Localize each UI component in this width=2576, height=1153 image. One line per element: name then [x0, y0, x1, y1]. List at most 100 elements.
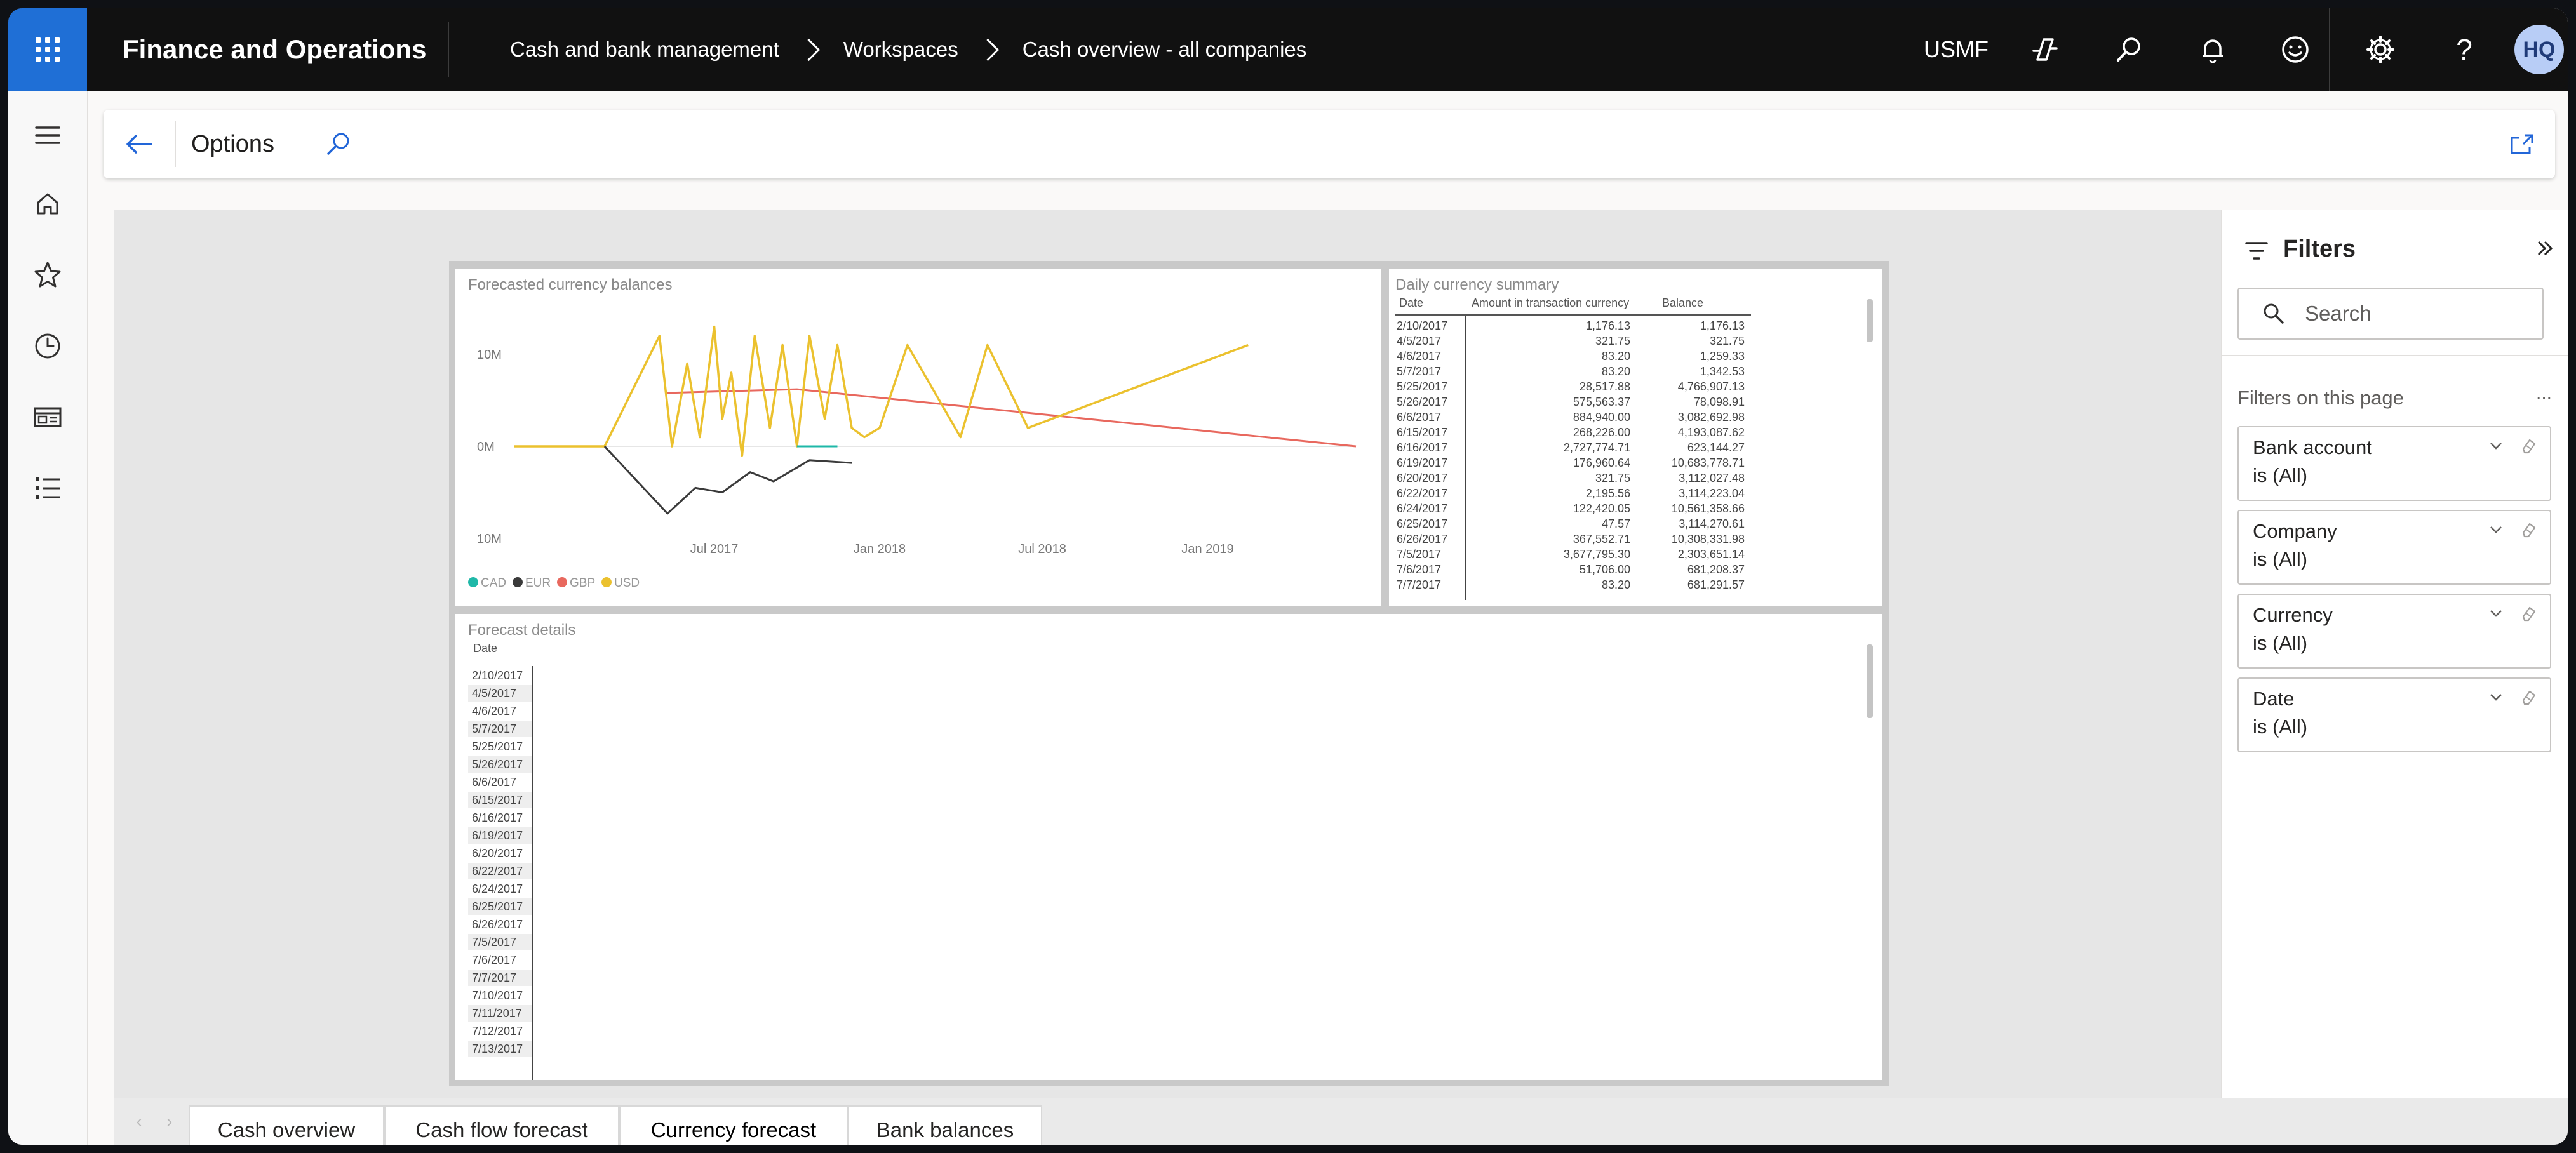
eraser-icon[interactable] — [2518, 436, 2537, 455]
col-header-date[interactable]: Date — [1399, 297, 1423, 310]
table-row[interactable]: 5/7/2017 — [468, 721, 532, 737]
options-tab[interactable]: Options — [191, 110, 274, 178]
table-row[interactable]: 5/26/2017 575,563.37 78,098.91 — [1389, 396, 1770, 411]
table-row[interactable]: 6/15/2017 268,226.00 4,193,087.62 — [1389, 426, 1770, 441]
table-row[interactable]: 5/26/2017 — [468, 756, 532, 773]
table-row[interactable]: 4/5/2017 321.75 321.75 — [1389, 335, 1770, 350]
bell-icon[interactable] — [2189, 26, 2236, 73]
search-icon[interactable] — [2105, 26, 2152, 73]
col-header-balance[interactable]: Balance — [1662, 297, 1703, 310]
table-row[interactable]: 6/20/2017 — [468, 845, 532, 862]
filter-card[interactable]: Currency is (All) — [2237, 594, 2551, 669]
breadcrumb-module[interactable]: Cash and bank management — [510, 37, 779, 62]
workspace-icon[interactable] — [22, 392, 73, 443]
table-row[interactable]: 6/15/2017 — [468, 792, 532, 808]
table-row[interactable]: 6/6/2017 — [468, 774, 532, 790]
table-row[interactable]: 7/5/2017 3,677,795.30 2,303,651.14 — [1389, 548, 1770, 563]
tab-bank-balances[interactable]: Bank balances — [848, 1105, 1042, 1145]
forecast-details-visual[interactable]: Forecast details Date 2/10/2017 4/5/2017 4… — [455, 614, 1882, 1080]
table-row[interactable]: 6/25/2017 47.57 3,114,270.61 — [1389, 517, 1770, 533]
report-page: Forecasted currency balances 10M 0M 10M Jul… — [449, 261, 1889, 1086]
table-row[interactable]: 7/12/2017 — [468, 1023, 532, 1039]
eraser-icon[interactable] — [2518, 688, 2537, 707]
table-row[interactable]: 6/20/2017 321.75 3,112,027.48 — [1389, 472, 1770, 487]
app-title[interactable]: Finance and Operations — [123, 8, 426, 91]
table-row[interactable]: 5/7/2017 83.20 1,342.53 — [1389, 365, 1770, 380]
filter-card[interactable]: Date is (All) — [2237, 677, 2551, 752]
table-row[interactable]: 7/6/2017 51,706.00 681,208.37 — [1389, 563, 1770, 578]
chevron-down-icon[interactable] — [2488, 521, 2504, 538]
filter-card[interactable]: Bank account is (All) — [2237, 426, 2551, 501]
action-search-button[interactable] — [319, 125, 358, 163]
table-row[interactable]: 2/10/2017 — [468, 667, 532, 684]
table-row[interactable]: 6/26/2017 — [468, 916, 532, 933]
cell-balance: 10,308,331.98 — [1671, 533, 1745, 545]
back-button[interactable] — [116, 121, 162, 167]
table-row[interactable]: 6/22/2017 2,195.56 3,114,223.04 — [1389, 487, 1770, 502]
table-row[interactable]: 6/19/2017 — [468, 827, 532, 844]
chevron-down-icon[interactable] — [2488, 605, 2504, 622]
eraser-icon[interactable] — [2518, 520, 2537, 539]
copilot-icon[interactable] — [2022, 26, 2069, 73]
table-row[interactable]: 6/24/2017 — [468, 881, 532, 897]
breadcrumb-page[interactable]: Cash overview - all companies — [1023, 37, 1307, 62]
smiley-icon[interactable] — [2272, 26, 2319, 73]
eraser-icon[interactable] — [2518, 604, 2537, 623]
collapse-pane-icon[interactable] — [2533, 237, 2556, 260]
table-row[interactable]: 7/13/2017 — [468, 1041, 532, 1057]
table-row[interactable]: 2/10/2017 1,176.13 1,176.13 — [1389, 319, 1770, 335]
table-row[interactable]: 6/24/2017 122,420.05 10,561,358.66 — [1389, 502, 1770, 517]
top-bar: Finance and Operations Cash and bank man… — [8, 8, 2568, 91]
waffle-icon — [36, 37, 60, 62]
star-icon[interactable] — [22, 250, 73, 300]
tab-cash-overview[interactable]: Cash overview — [189, 1105, 384, 1145]
table-row[interactable]: 5/25/2017 28,517.88 4,766,907.13 — [1389, 380, 1770, 396]
tab-cash-flow-forecast[interactable]: Cash flow forecast — [384, 1105, 619, 1145]
table-row[interactable]: 4/5/2017 — [468, 685, 532, 702]
table-row[interactable]: 5/25/2017 — [468, 738, 532, 755]
scrollbar-thumb[interactable] — [1867, 299, 1873, 342]
table-row[interactable]: 6/6/2017 884,940.00 3,082,692.98 — [1389, 411, 1770, 426]
col-header-amount[interactable]: Amount in transaction currency — [1472, 297, 1629, 310]
breadcrumb-workspaces[interactable]: Workspaces — [843, 37, 958, 62]
gear-icon[interactable] — [2357, 26, 2404, 73]
filter-search-input[interactable]: Search — [2237, 288, 2544, 340]
table-row[interactable]: 7/7/2017 83.20 681,291.57 — [1389, 578, 1770, 594]
tab-currency-forecast[interactable]: Currency forecast — [619, 1105, 848, 1145]
table-row[interactable]: 4/6/2017 — [468, 703, 532, 719]
chevron-down-icon[interactable] — [2488, 689, 2504, 705]
scrollbar-thumb[interactable] — [1867, 644, 1873, 718]
table-row[interactable]: 7/5/2017 — [468, 934, 532, 950]
more-options-button[interactable]: ... — [2536, 383, 2552, 404]
daily-summary-visual[interactable]: Daily currency summary Date Amount in tr… — [1389, 269, 1882, 606]
tab-scroll-right-icon[interactable]: › — [161, 1110, 178, 1132]
company-picker[interactable]: USMF — [1924, 8, 1989, 91]
window-frame: Finance and Operations Cash and bank man… — [8, 8, 2568, 1145]
table-row[interactable]: 6/16/2017 — [468, 810, 532, 826]
help-icon[interactable]: ? — [2441, 26, 2488, 73]
home-icon[interactable] — [22, 178, 73, 229]
app-launcher-button[interactable] — [8, 8, 87, 91]
open-in-new-window-button[interactable] — [2504, 126, 2540, 162]
tab-scroll-left-icon[interactable]: ‹ — [130, 1110, 148, 1132]
table-row[interactable]: 7/6/2017 — [468, 952, 532, 968]
cell-date: 7/5/2017 — [1397, 548, 1442, 561]
forecast-chart-visual[interactable]: Forecasted currency balances 10M 0M 10M Jul… — [455, 269, 1381, 606]
chevron-down-icon[interactable] — [2488, 437, 2504, 454]
table-row[interactable]: 4/6/2017 83.20 1,259.33 — [1389, 350, 1770, 365]
table-row[interactable]: 6/19/2017 176,960.64 10,683,778.71 — [1389, 457, 1770, 472]
series-line-usd — [514, 325, 1249, 457]
hamburger-icon[interactable] — [22, 110, 73, 161]
table-row[interactable]: 6/16/2017 2,727,774.71 623,144.27 — [1389, 441, 1770, 457]
table-row[interactable]: 6/22/2017 — [468, 863, 532, 879]
clock-icon[interactable] — [22, 321, 73, 371]
table-row[interactable]: 7/10/2017 — [468, 987, 532, 1004]
table-row[interactable]: 7/7/2017 — [468, 970, 532, 986]
avatar[interactable]: HQ — [2514, 25, 2564, 74]
table-row[interactable]: 6/25/2017 — [468, 898, 532, 915]
list-icon[interactable] — [22, 463, 73, 514]
col-header-date[interactable]: Date — [473, 642, 497, 655]
table-row[interactable]: 6/26/2017 367,552.71 10,308,331.98 — [1389, 533, 1770, 548]
filter-card[interactable]: Company is (All) — [2237, 510, 2551, 585]
table-row[interactable]: 7/11/2017 — [468, 1005, 532, 1022]
